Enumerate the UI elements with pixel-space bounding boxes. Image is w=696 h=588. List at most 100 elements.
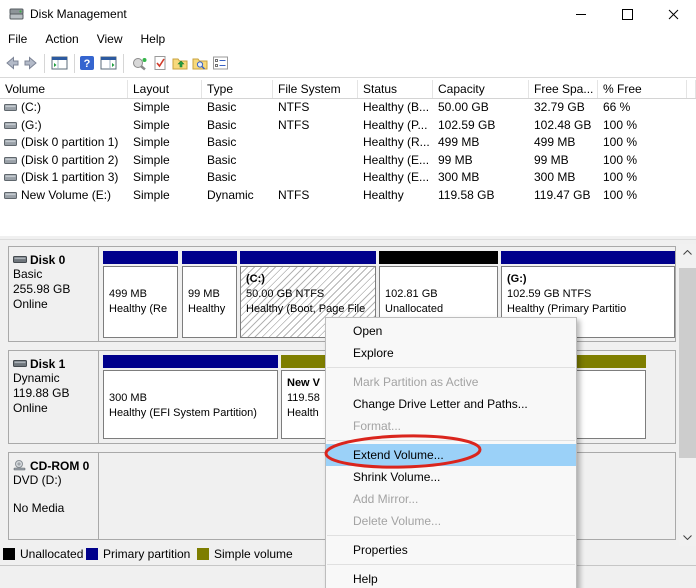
table-row[interactable]: (Disk 0 partition 2) SimpleBasicHealthy …	[0, 152, 696, 170]
menu-file[interactable]: File	[0, 28, 36, 50]
disk-management-window: Disk Management File Action View Help ?	[0, 0, 696, 588]
menu-item-properties[interactable]: Properties	[326, 539, 576, 561]
table-row[interactable]: (Disk 0 partition 1) SimpleBasicHealthy …	[0, 134, 696, 152]
menu-view[interactable]: View	[88, 28, 132, 50]
check-page-icon[interactable]	[152, 55, 170, 72]
menu-separator	[327, 367, 575, 368]
column-header-filler	[687, 80, 696, 98]
disk1-name: Disk 1	[30, 357, 65, 371]
close-icon	[668, 9, 679, 20]
disk1-partition-1[interactable]: 300 MBHealthy (EFI System Partition)	[103, 355, 278, 439]
table-row[interactable]: New Volume (E:) SimpleDynamicNTFSHealthy…	[0, 187, 696, 205]
partition-color-bar	[501, 251, 675, 264]
volume-icon	[4, 173, 17, 182]
cdrom-status: No Media	[13, 501, 98, 516]
chevron-up-icon	[683, 250, 692, 255]
volume-icon	[4, 103, 17, 112]
minimize-button[interactable]	[558, 0, 604, 28]
menu-separator	[327, 535, 575, 536]
column-header-pctfree[interactable]: % Free	[598, 80, 687, 98]
cdrom-icon	[13, 460, 27, 471]
app-icon	[9, 7, 24, 24]
toolbar-separator	[74, 54, 75, 73]
partition-color-bar	[240, 251, 376, 264]
cdrom-drive-letter: DVD (D:)	[13, 473, 98, 488]
help-icon[interactable]: ?	[79, 55, 97, 72]
volume-table-header: Volume Layout Type File System Status Ca…	[0, 80, 696, 99]
minimize-icon	[576, 14, 586, 15]
toolbar-separator	[44, 54, 45, 73]
menu-item-add-mirror: Add Mirror...	[326, 488, 576, 510]
volume-icon	[4, 121, 17, 130]
chevron-down-icon	[683, 535, 692, 540]
scroll-up-button[interactable]	[679, 244, 696, 261]
volume-icon	[4, 191, 17, 200]
toolbar-separator	[123, 54, 124, 73]
folder-search-icon[interactable]	[192, 55, 210, 72]
splitter[interactable]	[0, 239, 696, 240]
back-icon[interactable]	[4, 55, 22, 72]
column-header-volume[interactable]: Volume	[0, 80, 128, 98]
close-button[interactable]	[650, 0, 696, 28]
disk0-status: Online	[13, 297, 98, 312]
partition-color-bar	[103, 355, 278, 368]
cdrom-label-panel[interactable]: CD-ROM 0 DVD (D:) No Media	[9, 453, 99, 539]
unallocated-swatch	[3, 548, 15, 560]
forward-icon[interactable]	[23, 55, 41, 72]
console-icon[interactable]	[131, 55, 149, 72]
menu-item-help[interactable]: Help	[326, 568, 576, 588]
menu-action[interactable]: Action	[36, 28, 87, 50]
folder-up-icon[interactable]	[172, 55, 190, 72]
table-row[interactable]: (G:) SimpleBasicNTFSHealthy (P...102.59 …	[0, 117, 696, 135]
column-header-filesystem[interactable]: File System	[273, 80, 358, 98]
menu-item-shrink-volume[interactable]: Shrink Volume...	[326, 466, 576, 488]
scrollbar-thumb[interactable]	[679, 268, 696, 458]
disk-icon	[13, 359, 27, 368]
column-header-capacity[interactable]: Capacity	[433, 80, 529, 98]
disk0-partition-2[interactable]: 99 MBHealthy	[182, 251, 237, 338]
partition-color-bar	[103, 251, 178, 264]
maximize-button[interactable]	[604, 0, 650, 28]
menu-help[interactable]: Help	[132, 28, 175, 50]
menu-item-change-drive-letter[interactable]: Change Drive Letter and Paths...	[326, 393, 576, 415]
partition-color-bar	[379, 251, 498, 264]
disk0-type: Basic	[13, 267, 98, 282]
legend-item-unallocated: Unallocated	[3, 546, 83, 562]
primary-partition-swatch	[86, 548, 98, 560]
disk0-label-panel[interactable]: Disk 0 Basic 255.98 GB Online	[9, 247, 99, 341]
menu-item-mark-partition-active: Mark Partition as Active	[326, 371, 576, 393]
maximize-icon	[622, 9, 633, 20]
simple-volume-swatch	[197, 548, 209, 560]
column-header-type[interactable]: Type	[202, 80, 273, 98]
disk0-name: Disk 0	[30, 253, 65, 267]
title-bar: Disk Management	[0, 0, 696, 28]
disk1-status: Online	[13, 401, 98, 416]
column-header-freespace[interactable]: Free Spa...	[529, 80, 598, 98]
volume-icon	[4, 138, 17, 147]
disk0-size: 255.98 GB	[13, 282, 98, 297]
menu-item-open[interactable]: Open	[326, 320, 576, 342]
menu-item-explore[interactable]: Explore	[326, 342, 576, 364]
disk1-label-panel[interactable]: Disk 1 Dynamic 119.88 GB Online	[9, 351, 99, 443]
vertical-scrollbar[interactable]	[679, 244, 696, 546]
volume-list: (C:) SimpleBasicNTFSHealthy (B...50.00 G…	[0, 99, 696, 204]
scroll-down-button[interactable]	[679, 529, 696, 546]
disk0-partition-1[interactable]: 499 MBHealthy (Re	[103, 251, 178, 338]
menu-item-extend-volume[interactable]: Extend Volume...	[326, 444, 576, 466]
table-row[interactable]: (C:) SimpleBasicNTFSHealthy (B...50.00 G…	[0, 99, 696, 117]
menu-separator	[327, 440, 575, 441]
menu-bar: File Action View Help	[0, 28, 696, 50]
action-pane-icon[interactable]	[100, 55, 118, 72]
menu-separator	[327, 564, 575, 565]
table-row[interactable]: (Disk 1 partition 3) SimpleBasicHealthy …	[0, 169, 696, 187]
column-header-status[interactable]: Status	[358, 80, 433, 98]
list-properties-icon[interactable]	[212, 55, 230, 72]
menu-item-format: Format...	[326, 415, 576, 437]
legend-item-simple: Simple volume	[197, 546, 293, 562]
column-header-layout[interactable]: Layout	[128, 80, 202, 98]
context-menu: Open Explore Mark Partition as Active Ch…	[325, 317, 577, 588]
console-tree-icon[interactable]	[51, 55, 69, 72]
disk1-size: 119.88 GB	[13, 386, 98, 401]
svg-text:?: ?	[84, 58, 91, 70]
disk-icon	[13, 255, 27, 264]
